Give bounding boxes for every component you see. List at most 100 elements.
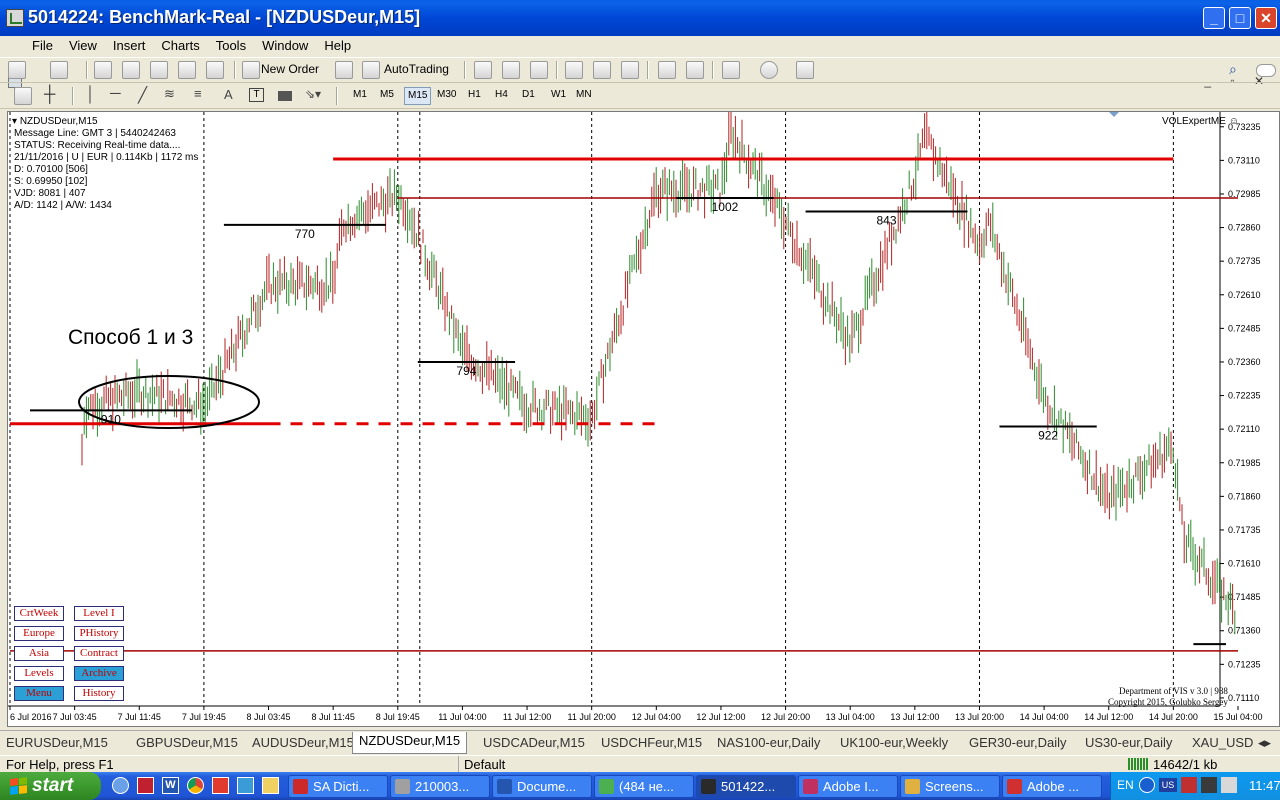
timeframe-h4[interactable]: H4 bbox=[492, 87, 511, 103]
trendline-icon[interactable]: ╱ bbox=[138, 86, 147, 104]
zoom-out-icon[interactable] bbox=[593, 61, 611, 79]
menu-insert[interactable]: Insert bbox=[105, 36, 154, 56]
maximize-button[interactable]: □ bbox=[1229, 7, 1251, 29]
timeframe-mn[interactable]: MN bbox=[573, 87, 595, 103]
templates-icon[interactable] bbox=[796, 61, 814, 79]
quick-launch-pdf-icon[interactable] bbox=[212, 777, 229, 794]
quick-launch-word-icon[interactable]: W bbox=[162, 777, 179, 794]
chart-tab[interactable]: USDCHFeur,M15 bbox=[601, 734, 702, 753]
panel-button-asia[interactable]: Asia bbox=[14, 646, 64, 661]
market-watch-icon[interactable] bbox=[94, 61, 112, 79]
profiles-icon[interactable] bbox=[50, 61, 68, 79]
panel-button-crtweek[interactable]: CrtWeek bbox=[14, 606, 64, 621]
tray-volume-icon[interactable] bbox=[1221, 777, 1237, 793]
zoom-in-icon[interactable] bbox=[565, 61, 583, 79]
timeframe-h1[interactable]: H1 bbox=[465, 87, 484, 103]
tile-windows-icon[interactable] bbox=[621, 61, 639, 79]
chart-shift-icon[interactable] bbox=[686, 61, 704, 79]
chart-window[interactable]: 0.73235 0.73110 0.72985 0.72860 0.72735 0.726… bbox=[7, 111, 1280, 727]
navigator-icon[interactable] bbox=[150, 61, 168, 79]
tray-network-icon[interactable] bbox=[1201, 777, 1217, 793]
strategy-tester-icon[interactable] bbox=[206, 61, 224, 79]
text-label-icon[interactable]: T bbox=[249, 88, 264, 102]
arrows-icon[interactable]: ⇘▾ bbox=[305, 87, 321, 101]
menu-help[interactable]: Help bbox=[316, 36, 359, 56]
taskbar-item[interactable]: 210003... bbox=[390, 775, 490, 798]
autotrading-button[interactable]: AutoTrading bbox=[384, 61, 449, 77]
line-chart-icon[interactable] bbox=[530, 61, 548, 79]
quick-launch-chrome-icon[interactable] bbox=[187, 777, 204, 794]
chart-tab[interactable]: GER30-eur,Daily bbox=[969, 734, 1067, 753]
chart-tab[interactable]: NAS100-eur,Daily bbox=[717, 734, 820, 753]
chart-tab[interactable]: USDCADeur,M15 bbox=[483, 734, 585, 753]
panel-button-levels[interactable]: Levels bbox=[14, 666, 64, 681]
auto-scroll-icon[interactable] bbox=[658, 61, 676, 79]
taskbar-item[interactable]: SA Dicti... bbox=[288, 775, 388, 798]
timeframe-m5[interactable]: M5 bbox=[377, 87, 397, 103]
candlestick-icon[interactable] bbox=[502, 61, 520, 79]
timeframe-m30[interactable]: M30 bbox=[434, 87, 459, 103]
taskbar-item[interactable]: Adobe I... bbox=[798, 775, 898, 798]
menu-window[interactable]: Window bbox=[254, 36, 316, 56]
taskbar-item[interactable]: Adobe ... bbox=[1002, 775, 1102, 798]
panel-button-history[interactable]: History bbox=[74, 686, 124, 701]
equidistant-channel-icon[interactable]: ≋ bbox=[164, 86, 175, 102]
annotation-text[interactable]: Способ 1 и 3 bbox=[68, 325, 193, 351]
indicators-icon[interactable] bbox=[722, 61, 740, 79]
minimize-button[interactable]: _ bbox=[1203, 7, 1225, 29]
timeframe-m15[interactable]: M15 bbox=[404, 87, 432, 105]
terminal-icon[interactable] bbox=[178, 61, 196, 79]
panel-button-level-i[interactable]: Level I bbox=[74, 606, 124, 621]
panel-button-contract[interactable]: Contract bbox=[74, 646, 124, 661]
metaeditor-icon[interactable] bbox=[335, 61, 353, 79]
tray-app-icon[interactable] bbox=[1181, 777, 1197, 793]
taskbar-item[interactable]: 501422... bbox=[696, 775, 796, 798]
keyboard-layout[interactable]: US bbox=[1159, 778, 1177, 792]
rectangle-icon[interactable] bbox=[278, 91, 292, 101]
timeframe-m1[interactable]: M1 bbox=[350, 87, 370, 103]
vertical-line-icon[interactable]: │ bbox=[86, 86, 95, 103]
chart-tab[interactable]: AUDUSDeur,M15 bbox=[252, 734, 354, 753]
new-order-icon[interactable] bbox=[242, 61, 260, 79]
text-icon[interactable]: A bbox=[224, 87, 233, 102]
quick-launch-ie-icon[interactable] bbox=[112, 777, 129, 794]
taskbar-item[interactable]: Screens... bbox=[900, 775, 1000, 798]
quick-launch-flag-icon[interactable] bbox=[137, 777, 154, 794]
new-order-button[interactable]: New Order bbox=[261, 61, 319, 77]
chart-tab[interactable]: UK100-eur,Weekly bbox=[840, 734, 948, 753]
chart-tab[interactable]: EURUSDeur,M15 bbox=[6, 734, 108, 753]
data-window-icon[interactable] bbox=[122, 61, 140, 79]
timeframe-d1[interactable]: D1 bbox=[519, 87, 538, 103]
quick-launch-photos-icon[interactable] bbox=[237, 777, 254, 794]
panel-button-archive[interactable]: Archive bbox=[74, 666, 124, 681]
fibonacci-icon[interactable]: ≡ bbox=[194, 86, 202, 101]
chart-tab[interactable]: GBPUSDeur,M15 bbox=[136, 734, 238, 753]
periods-icon[interactable] bbox=[760, 61, 778, 79]
language-indicator[interactable]: EN bbox=[1117, 778, 1134, 792]
tray-help-icon[interactable] bbox=[1139, 777, 1155, 793]
chart-tab[interactable]: US30-eur,Daily bbox=[1085, 734, 1172, 753]
cursor-icon[interactable] bbox=[14, 87, 32, 105]
menu-charts[interactable]: Charts bbox=[153, 36, 207, 56]
taskbar-item[interactable]: (484 не... bbox=[594, 775, 694, 798]
quick-launch-folder-icon[interactable] bbox=[262, 777, 279, 794]
price-chart[interactable]: 0.732350.731100.729850.728600.727350.726… bbox=[8, 112, 1279, 726]
chart-shift-marker[interactable] bbox=[1109, 112, 1119, 117]
timeframe-w1[interactable]: W1 bbox=[548, 87, 569, 103]
menu-view[interactable]: View bbox=[61, 36, 105, 56]
menu-file[interactable]: File bbox=[24, 36, 61, 56]
panel-button-europe[interactable]: Europe bbox=[14, 626, 64, 641]
bar-chart-icon[interactable] bbox=[474, 61, 492, 79]
menu-tools[interactable]: Tools bbox=[208, 36, 254, 56]
chat-icon[interactable] bbox=[1256, 64, 1276, 77]
autotrading-icon[interactable] bbox=[362, 61, 380, 79]
panel-button-menu[interactable]: Menu bbox=[14, 686, 64, 701]
chart-tab[interactable]: NZDUSDeur,M15 bbox=[352, 732, 468, 754]
horizontal-line-icon[interactable]: ─ bbox=[110, 85, 121, 102]
new-chart-icon[interactable] bbox=[8, 61, 26, 79]
close-button[interactable]: ✕ bbox=[1255, 7, 1277, 29]
crosshair-icon[interactable]: ┼ bbox=[44, 86, 55, 104]
chart-tab[interactable]: XAU_USD bbox=[1192, 734, 1253, 753]
tab-scroll-icon[interactable]: ◂▸ bbox=[1258, 734, 1271, 753]
search-icon[interactable]: ⌕ bbox=[1229, 61, 1237, 78]
